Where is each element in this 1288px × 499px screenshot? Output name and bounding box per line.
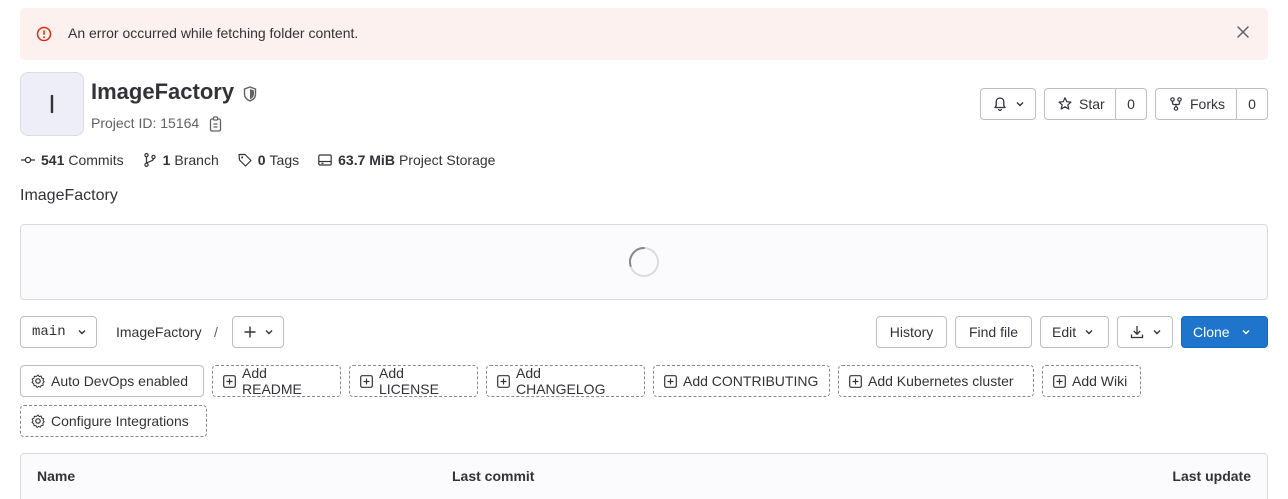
star-button[interactable]: Star [1045,89,1115,119]
auto-devops-button[interactable]: Auto DevOps enabled [20,365,204,397]
error-alert: An error occurred while fetching folder … [20,8,1268,60]
alert-message: An error occurred while fetching folder … [68,25,359,41]
chevron-down-icon [1016,102,1024,107]
history-button[interactable]: History [876,316,947,348]
history-label: History [889,324,934,340]
error-circle-icon [36,26,52,42]
commits-stat[interactable]: 541 Commits [20,152,124,168]
breadcrumb-separator: / [214,324,218,340]
add-license-button[interactable]: Add LICENSE [349,365,478,397]
commits-label: Commits [68,152,124,168]
forks-count-value: 0 [1248,96,1256,112]
edit-label: Edit [1052,324,1077,340]
forks-button-group: Forks 0 [1155,88,1268,120]
configure-integrations-label: Configure Integrations [51,413,189,429]
chevron-down-icon [1153,330,1161,335]
fork-icon [1170,97,1182,111]
add-to-tree-button[interactable] [232,316,284,348]
commits-count: 541 [41,152,65,168]
notifications-button[interactable] [980,88,1036,120]
column-last-update: Last update [1172,468,1251,484]
find-file-button[interactable]: Find file [955,316,1032,348]
add-contributing-button[interactable]: Add CONTRIBUTING [653,365,830,397]
tag-icon [238,153,252,167]
chevron-down-icon [1085,330,1093,335]
star-button-group: Star 0 [1044,88,1147,120]
chevron-down-icon [265,330,273,335]
loading-spinner-icon [629,247,659,277]
storage-label: Project Storage [398,152,496,168]
project-title[interactable]: ImageFactory [91,79,234,105]
disk-icon [318,154,332,166]
tags-stat[interactable]: 0 Tags [237,152,299,168]
branches-stat[interactable]: 1 Branch [142,152,219,168]
branch-icon [143,153,156,167]
tags-label: Tags [269,152,300,168]
forks-label: Forks [1190,96,1225,112]
chevron-down-icon [78,330,86,335]
add-contributing-label: Add CONTRIBUTING [683,373,819,389]
star-icon [1058,97,1072,110]
plus-square-icon [223,374,236,388]
star-label: Star [1079,96,1105,112]
add-readme-button[interactable]: Add README [212,365,341,397]
branch-name: main [32,324,66,340]
add-kubernetes-cluster-button[interactable]: Add Kubernetes cluster [838,365,1034,397]
bell-icon [994,97,1006,112]
forks-count[interactable]: 0 [1236,89,1267,119]
configure-integrations-button[interactable]: Configure Integrations [20,405,207,437]
close-icon[interactable] [1236,25,1250,39]
plus-square-icon [1053,374,1066,388]
add-changelog-label: Add CHANGELOG [516,365,606,397]
column-last-commit: Last commit [452,468,535,484]
add-license-label: Add LICENSE [379,365,439,397]
project-description: ImageFactory [20,187,118,204]
branch-selector[interactable]: main [20,316,97,348]
file-table-header: Name Last commit Last update [20,453,1268,499]
clone-label: Clone [1193,324,1230,340]
plus-square-icon [497,374,510,388]
loading-panel [20,224,1268,300]
project-id: Project ID: 15164 [91,115,200,131]
add-kubernetes-cluster-label: Add Kubernetes cluster [868,373,1014,389]
download-icon [1130,326,1144,339]
star-count-value: 0 [1127,96,1135,112]
storage-stat[interactable]: 63.7 MiB Project Storage [317,152,495,168]
auto-devops-label: Auto DevOps enabled [51,373,188,389]
plus-square-icon [360,374,373,388]
clone-button[interactable]: Clone [1181,316,1268,348]
branch-label: Branch [174,152,219,168]
chevron-down-icon [1242,330,1250,335]
copy-icon[interactable] [209,116,223,132]
plus-icon [244,326,256,338]
project-avatar[interactable]: I [20,72,84,136]
column-name: Name [37,468,76,484]
download-button[interactable] [1117,316,1173,348]
plus-square-icon [664,374,677,388]
star-count[interactable]: 0 [1115,89,1146,119]
forks-button[interactable]: Forks [1156,89,1236,119]
add-changelog-button[interactable]: Add CHANGELOG [486,365,645,397]
add-wiki-label: Add Wiki [1072,373,1128,389]
branch-count: 1 [162,152,171,168]
edit-button[interactable]: Edit [1040,316,1109,348]
gear-icon [31,414,45,428]
storage-size: 63.7 MiB [338,152,395,168]
add-readme-label: Add README [242,365,302,397]
shield-icon [243,86,257,102]
gear-icon [31,374,45,388]
plus-square-icon [849,374,862,388]
commit-icon [21,156,35,164]
project-stats: 541 Commits 1 Branch 0 Tags 63.7 MiB Pro… [20,151,513,169]
tags-count: 0 [257,152,266,168]
breadcrumb-root[interactable]: ImageFactory [116,324,202,340]
find-file-label: Find file [968,324,1019,340]
add-wiki-button[interactable]: Add Wiki [1042,365,1141,397]
